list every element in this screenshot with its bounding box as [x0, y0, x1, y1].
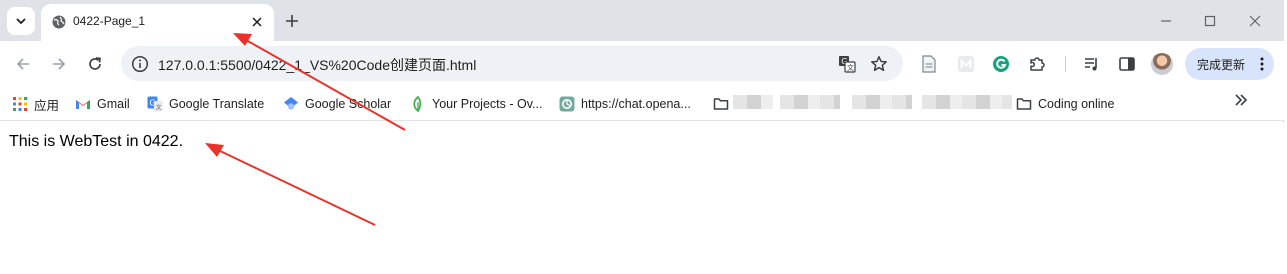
translate-button[interactable]: G 文 [837, 54, 857, 74]
bookmark-apps[interactable]: 应用 [12, 94, 59, 114]
page-body-text: This is WebTest in 0422. [9, 133, 184, 150]
bookmark-label: Your Projects - Ov... [432, 97, 543, 111]
redacted-bookmark [733, 95, 773, 109]
google-scholar-icon [284, 97, 298, 110]
maximize-button[interactable] [1198, 9, 1222, 33]
bookmark-folder-redacted[interactable] [713, 94, 729, 114]
double-chevron-right-icon [1235, 94, 1248, 106]
close-icon [252, 17, 262, 27]
minimize-icon [1161, 20, 1171, 22]
close-icon [1249, 15, 1261, 27]
url-text[interactable]: 127.0.0.1:5500/0422_1_VS%20Code创建页面.html [158, 55, 476, 75]
tab-close-button[interactable] [247, 12, 267, 32]
update-label: 完成更新 [1197, 57, 1246, 72]
info-icon[interactable] [131, 55, 149, 73]
tab-active[interactable]: 0422-Page_1 [41, 4, 274, 41]
document-icon [922, 55, 936, 73]
bookmark-label: Gmail [97, 97, 130, 111]
bookmark-label: Google Scholar [305, 97, 392, 111]
browser-window: 0422-Page_1 127.0.0.1:5500/0422_1_VS%20C… [0, 0, 1284, 274]
forward-button[interactable] [47, 52, 71, 76]
apps-grid-icon [13, 97, 27, 111]
folder-icon [713, 98, 729, 110]
tab-search-button[interactable] [7, 7, 35, 35]
toolbar-separator [1065, 56, 1066, 72]
bookmark-chat[interactable]: https://chat.opena... [559, 94, 691, 114]
more-bookmarks-button[interactable] [1234, 93, 1248, 107]
tab-strip: 0422-Page_1 [0, 0, 1284, 41]
google-translate-icon: G文 [147, 96, 163, 112]
grammarly-icon [993, 56, 1009, 72]
folder-icon [1016, 98, 1032, 110]
bookmark-gmail[interactable]: Gmail [75, 94, 130, 114]
side-panel-button[interactable] [1116, 53, 1138, 75]
bookmark-label: https://chat.opena... [581, 97, 691, 111]
leaf-icon [413, 96, 422, 112]
redacted-bookmark [780, 95, 840, 109]
back-button[interactable] [11, 52, 35, 76]
reload-button[interactable] [83, 52, 107, 76]
bookmark-google-scholar[interactable]: Google Scholar [283, 94, 391, 114]
arrow-right-icon [53, 58, 66, 70]
tab-title: 0422-Page_1 [73, 14, 146, 28]
update-button[interactable]: 完成更新 [1185, 48, 1274, 80]
reload-icon [89, 57, 101, 70]
music-queue-icon [1085, 58, 1097, 71]
toolbar: 127.0.0.1:5500/0422_1_VS%20Code创建页面.html… [0, 41, 1284, 87]
chatgpt-icon [559, 96, 575, 112]
bookmark-coding-online[interactable]: Coding online [1016, 94, 1114, 114]
star-icon [871, 56, 887, 72]
address-bar[interactable]: 127.0.0.1:5500/0422_1_VS%20Code创建页面.html… [121, 46, 903, 81]
extension-m-button[interactable] [955, 53, 977, 75]
minimize-button[interactable] [1154, 9, 1178, 33]
media-controls-button[interactable] [1081, 53, 1103, 75]
puzzle-icon [1030, 57, 1045, 71]
arrow-left-icon [16, 58, 29, 70]
chevron-down-icon [16, 18, 26, 25]
globe-icon [52, 15, 66, 29]
m-extension-icon [958, 56, 974, 72]
redacted-bookmark [852, 95, 912, 109]
bookmark-label: 应用 [34, 98, 60, 113]
window-close-button[interactable] [1243, 9, 1267, 33]
translate-icon: G 文 [839, 56, 856, 73]
profile-avatar[interactable] [1151, 53, 1173, 75]
extensions-button[interactable] [1026, 53, 1048, 75]
extension-reader-button[interactable] [918, 53, 940, 75]
side-panel-icon [1119, 57, 1135, 71]
redacted-bookmark [922, 95, 1012, 109]
more-vert-icon [1260, 57, 1264, 71]
bookmarks-bar: 应用 Gmail G文 Google Translate Google Scho… [0, 87, 1284, 121]
svg-text:文: 文 [156, 104, 162, 112]
page-content: This is WebTest in 0422. [0, 122, 1284, 274]
bookmark-star-button[interactable] [869, 54, 889, 74]
bookmark-label: Coding online [1038, 97, 1115, 111]
plus-icon [286, 15, 298, 27]
svg-text:文: 文 [847, 63, 854, 72]
new-tab-button[interactable] [281, 10, 303, 32]
gmail-icon [76, 100, 90, 109]
maximize-icon [1204, 15, 1216, 27]
grammarly-button[interactable] [990, 53, 1012, 75]
bookmark-label: Google Translate [169, 97, 265, 111]
bookmark-google-translate[interactable]: G文 Google Translate [147, 94, 264, 114]
bookmark-your-projects[interactable]: Your Projects - Ov... [410, 94, 542, 114]
